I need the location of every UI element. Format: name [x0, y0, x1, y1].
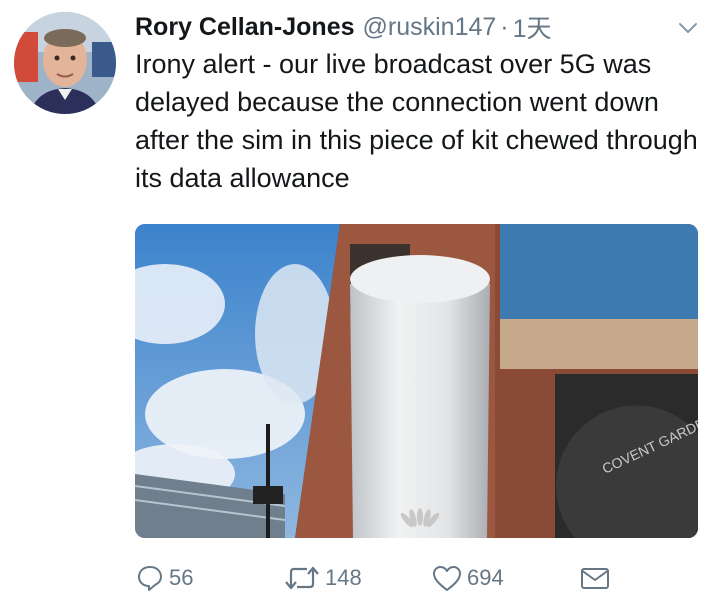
direct-message-icon [579, 563, 611, 593]
reply-count: 56 [169, 565, 194, 590]
display-name[interactable]: Rory Cellan-Jones [135, 13, 355, 42]
separator-dot: · [500, 12, 509, 41]
retweet-button[interactable]: 148 [283, 560, 362, 596]
like-icon [431, 563, 463, 593]
tweet-header: Rory Cellan-Jones @ruskin147 · 1天 [135, 10, 552, 44]
avatar-photo [14, 12, 116, 114]
user-handle[interactable]: @ruskin147 [363, 13, 497, 42]
tweet-actions: 56 148 694 [135, 560, 615, 596]
avatar[interactable] [14, 12, 116, 114]
timestamp[interactable]: 1天 [513, 9, 552, 45]
reply-icon [135, 563, 165, 593]
like-count: 694 [467, 565, 504, 590]
retweet-count: 148 [325, 565, 362, 590]
direct-message-button[interactable] [579, 560, 615, 596]
retweet-icon [283, 563, 321, 593]
reply-button[interactable]: 56 [135, 560, 193, 596]
chevron-down-icon[interactable] [676, 16, 700, 40]
tweet-media[interactable]: COVENT GARDEN MARKET [135, 224, 698, 538]
tweet-card: Rory Cellan-Jones @ruskin147 · 1天 Irony … [0, 0, 709, 606]
photo-of-5g-router: COVENT GARDEN MARKET [135, 224, 698, 538]
like-button[interactable]: 694 [431, 560, 504, 596]
tweet-text: Irony alert - our live broadcast over 5G… [135, 49, 698, 193]
